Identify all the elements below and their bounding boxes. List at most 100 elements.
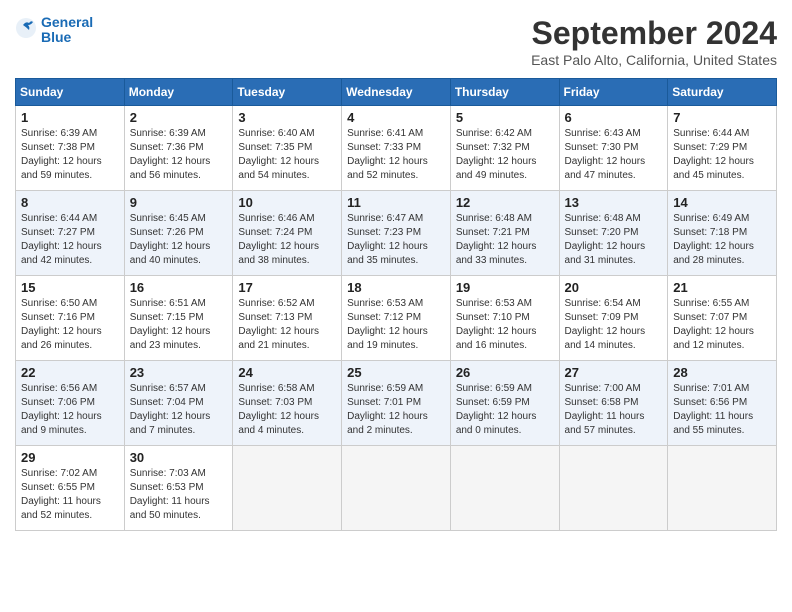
- calendar-cell: [450, 446, 559, 531]
- calendar-cell: 1Sunrise: 6:39 AM Sunset: 7:38 PM Daylig…: [16, 106, 125, 191]
- calendar-cell: 9 Sunrise: 6:45 AM Sunset: 7:26 PM Daylig…: [124, 191, 233, 276]
- day-number: 24: [238, 365, 336, 380]
- day-number: 19: [456, 280, 554, 295]
- day-number: 30: [130, 450, 228, 465]
- day-number: 5: [456, 110, 554, 125]
- calendar-cell: 13 Sunrise: 6:48 AM Sunset: 7:20 PM Dayli…: [559, 191, 668, 276]
- day-number: 13: [565, 195, 663, 210]
- day-number: 12: [456, 195, 554, 210]
- day-info: Sunrise: 6:46 AM Sunset: 7:24 PM Dayligh…: [238, 212, 336, 268]
- day-number: 28: [673, 365, 771, 380]
- day-number: 27: [565, 365, 663, 380]
- calendar-cell: 25 Sunrise: 6:59 AM Sunset: 7:01 PM Dayli…: [342, 361, 451, 446]
- calendar-cell: 15 Sunrise: 6:50 AM Sunset: 7:16 PM Dayli…: [16, 276, 125, 361]
- day-number: 9: [130, 195, 228, 210]
- day-number: 3: [238, 110, 336, 125]
- day-info: Sunrise: 6:39 AM Sunset: 7:36 PM Dayligh…: [130, 127, 228, 183]
- calendar-cell: 17 Sunrise: 6:52 AM Sunset: 7:13 PM Dayli…: [233, 276, 342, 361]
- calendar-cell: [233, 446, 342, 531]
- day-info: Sunrise: 7:01 AM Sunset: 6:56 PM Dayligh…: [673, 382, 771, 438]
- calendar-cell: 29 Sunrise: 7:02 AM Sunset: 6:55 PM Dayli…: [16, 446, 125, 531]
- calendar-week-row: 1Sunrise: 6:39 AM Sunset: 7:38 PM Daylig…: [16, 106, 777, 191]
- calendar-week-row: 8 Sunrise: 6:44 AM Sunset: 7:27 PM Daylig…: [16, 191, 777, 276]
- calendar-cell: 18 Sunrise: 6:53 AM Sunset: 7:12 PM Dayli…: [342, 276, 451, 361]
- calendar-table: SundayMondayTuesdayWednesdayThursdayFrid…: [15, 78, 777, 531]
- day-number: 25: [347, 365, 445, 380]
- day-info: Sunrise: 7:00 AM Sunset: 6:58 PM Dayligh…: [565, 382, 663, 438]
- calendar-week-row: 29 Sunrise: 7:02 AM Sunset: 6:55 PM Dayli…: [16, 446, 777, 531]
- day-info: Sunrise: 6:53 AM Sunset: 7:12 PM Dayligh…: [347, 297, 445, 353]
- calendar-cell: [668, 446, 777, 531]
- day-number: 15: [21, 280, 119, 295]
- day-info: Sunrise: 6:59 AM Sunset: 6:59 PM Dayligh…: [456, 382, 554, 438]
- day-number: 1: [21, 110, 119, 125]
- calendar-cell: 12 Sunrise: 6:48 AM Sunset: 7:21 PM Dayli…: [450, 191, 559, 276]
- calendar-cell: 10 Sunrise: 6:46 AM Sunset: 7:24 PM Dayli…: [233, 191, 342, 276]
- day-number: 26: [456, 365, 554, 380]
- day-number: 23: [130, 365, 228, 380]
- day-info: Sunrise: 6:55 AM Sunset: 7:07 PM Dayligh…: [673, 297, 771, 353]
- calendar-cell: 23 Sunrise: 6:57 AM Sunset: 7:04 PM Dayli…: [124, 361, 233, 446]
- calendar-cell: 20Sunrise: 6:54 AM Sunset: 7:09 PM Dayli…: [559, 276, 668, 361]
- weekday-header-friday: Friday: [559, 79, 668, 106]
- day-info: Sunrise: 6:40 AM Sunset: 7:35 PM Dayligh…: [238, 127, 336, 183]
- calendar-cell: 4 Sunrise: 6:41 AM Sunset: 7:33 PM Daylig…: [342, 106, 451, 191]
- calendar-header-row: SundayMondayTuesdayWednesdayThursdayFrid…: [16, 79, 777, 106]
- calendar-week-row: 22 Sunrise: 6:56 AM Sunset: 7:06 PM Dayli…: [16, 361, 777, 446]
- calendar-cell: 2 Sunrise: 6:39 AM Sunset: 7:36 PM Daylig…: [124, 106, 233, 191]
- day-number: 21: [673, 280, 771, 295]
- calendar-week-row: 15 Sunrise: 6:50 AM Sunset: 7:16 PM Dayli…: [16, 276, 777, 361]
- day-number: 17: [238, 280, 336, 295]
- day-info: Sunrise: 6:41 AM Sunset: 7:33 PM Dayligh…: [347, 127, 445, 183]
- page-header: General Blue September 2024 East Palo Al…: [15, 15, 777, 68]
- page-subtitle: East Palo Alto, California, United State…: [531, 52, 777, 68]
- day-info: Sunrise: 7:03 AM Sunset: 6:53 PM Dayligh…: [130, 467, 228, 523]
- calendar-cell: 14Sunrise: 6:49 AM Sunset: 7:18 PM Dayli…: [668, 191, 777, 276]
- day-info: Sunrise: 6:58 AM Sunset: 7:03 PM Dayligh…: [238, 382, 336, 438]
- calendar-cell: 11Sunrise: 6:47 AM Sunset: 7:23 PM Dayli…: [342, 191, 451, 276]
- calendar-cell: 21 Sunrise: 6:55 AM Sunset: 7:07 PM Dayli…: [668, 276, 777, 361]
- calendar-cell: 7 Sunrise: 6:44 AM Sunset: 7:29 PM Daylig…: [668, 106, 777, 191]
- day-info: Sunrise: 6:49 AM Sunset: 7:18 PM Dayligh…: [673, 212, 771, 268]
- day-info: Sunrise: 6:43 AM Sunset: 7:30 PM Dayligh…: [565, 127, 663, 183]
- day-number: 22: [21, 365, 119, 380]
- calendar-cell: 5 Sunrise: 6:42 AM Sunset: 7:32 PM Daylig…: [450, 106, 559, 191]
- day-info: Sunrise: 6:50 AM Sunset: 7:16 PM Dayligh…: [21, 297, 119, 353]
- calendar-cell: 6 Sunrise: 6:43 AM Sunset: 7:30 PM Daylig…: [559, 106, 668, 191]
- calendar-cell: 26 Sunrise: 6:59 AM Sunset: 6:59 PM Dayli…: [450, 361, 559, 446]
- day-info: Sunrise: 6:45 AM Sunset: 7:26 PM Dayligh…: [130, 212, 228, 268]
- calendar-cell: 27 Sunrise: 7:00 AM Sunset: 6:58 PM Dayli…: [559, 361, 668, 446]
- day-number: 20: [565, 280, 663, 295]
- day-number: 18: [347, 280, 445, 295]
- title-block: September 2024 East Palo Alto, Californi…: [531, 15, 777, 68]
- weekday-header-wednesday: Wednesday: [342, 79, 451, 106]
- day-info: Sunrise: 6:52 AM Sunset: 7:13 PM Dayligh…: [238, 297, 336, 353]
- day-number: 4: [347, 110, 445, 125]
- day-info: Sunrise: 6:57 AM Sunset: 7:04 PM Dayligh…: [130, 382, 228, 438]
- page-title: September 2024: [531, 15, 777, 52]
- weekday-header-tuesday: Tuesday: [233, 79, 342, 106]
- day-number: 29: [21, 450, 119, 465]
- weekday-header-sunday: Sunday: [16, 79, 125, 106]
- day-info: Sunrise: 6:42 AM Sunset: 7:32 PM Dayligh…: [456, 127, 554, 183]
- weekday-header-saturday: Saturday: [668, 79, 777, 106]
- calendar-cell: 22 Sunrise: 6:56 AM Sunset: 7:06 PM Dayli…: [16, 361, 125, 446]
- day-info: Sunrise: 6:44 AM Sunset: 7:29 PM Dayligh…: [673, 127, 771, 183]
- day-info: Sunrise: 6:44 AM Sunset: 7:27 PM Dayligh…: [21, 212, 119, 268]
- day-number: 6: [565, 110, 663, 125]
- day-info: Sunrise: 6:53 AM Sunset: 7:10 PM Dayligh…: [456, 297, 554, 353]
- weekday-header-monday: Monday: [124, 79, 233, 106]
- day-info: Sunrise: 6:56 AM Sunset: 7:06 PM Dayligh…: [21, 382, 119, 438]
- calendar-cell: 19 Sunrise: 6:53 AM Sunset: 7:10 PM Dayli…: [450, 276, 559, 361]
- calendar-cell: 30 Sunrise: 7:03 AM Sunset: 6:53 PM Dayli…: [124, 446, 233, 531]
- day-info: Sunrise: 6:48 AM Sunset: 7:21 PM Dayligh…: [456, 212, 554, 268]
- day-number: 10: [238, 195, 336, 210]
- day-info: Sunrise: 6:47 AM Sunset: 7:23 PM Dayligh…: [347, 212, 445, 268]
- day-info: Sunrise: 6:48 AM Sunset: 7:20 PM Dayligh…: [565, 212, 663, 268]
- day-info: Sunrise: 7:02 AM Sunset: 6:55 PM Dayligh…: [21, 467, 119, 523]
- day-info: Sunrise: 6:59 AM Sunset: 7:01 PM Dayligh…: [347, 382, 445, 438]
- day-number: 2: [130, 110, 228, 125]
- day-info: Sunrise: 6:51 AM Sunset: 7:15 PM Dayligh…: [130, 297, 228, 353]
- day-number: 7: [673, 110, 771, 125]
- day-number: 8: [21, 195, 119, 210]
